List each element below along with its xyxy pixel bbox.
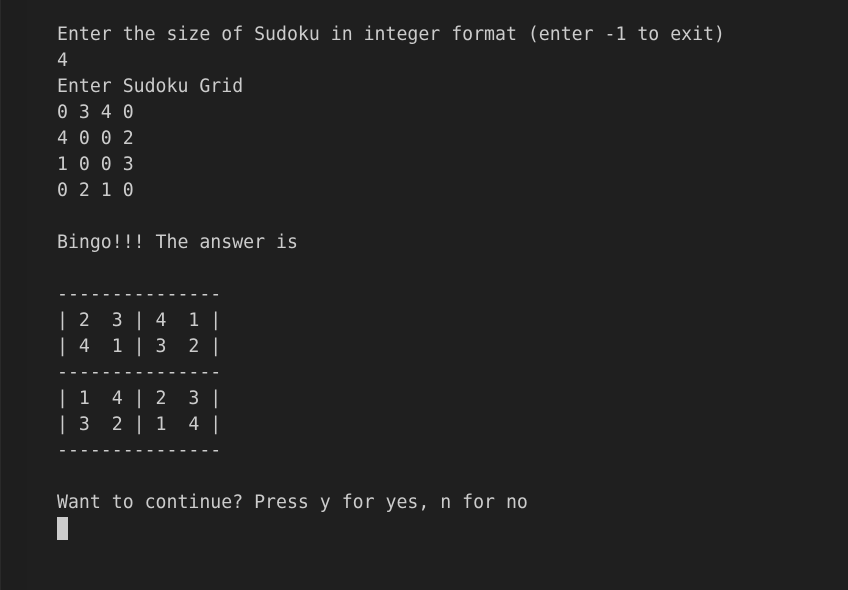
solution-border-bottom: --------------- bbox=[57, 440, 222, 461]
terminal-output: Enter the size of Sudoku in integer form… bbox=[57, 22, 725, 516]
solution-border-top: --------------- bbox=[57, 284, 222, 305]
grid-input-row-4: 0 2 1 0 bbox=[57, 180, 134, 201]
solution-row-2: | 4 1 | 3 2 | bbox=[57, 336, 222, 357]
solution-row-4: | 3 2 | 1 4 | bbox=[57, 414, 222, 435]
result-message-line: Bingo!!! The answer is bbox=[57, 232, 298, 253]
prompt-size-line: Enter the size of Sudoku in integer form… bbox=[57, 24, 725, 45]
prompt-grid-line: Enter Sudoku Grid bbox=[57, 76, 244, 97]
solution-border-middle: --------------- bbox=[57, 362, 222, 383]
solution-row-1: | 2 3 | 4 1 | bbox=[57, 310, 222, 331]
continue-prompt-line: Want to continue? Press y for yes, n for… bbox=[57, 492, 528, 513]
grid-input-row-3: 1 0 0 3 bbox=[57, 154, 134, 175]
grid-input-row-2: 4 0 0 2 bbox=[57, 128, 134, 149]
text-cursor bbox=[57, 517, 68, 540]
grid-input-row-1: 0 3 4 0 bbox=[57, 102, 134, 123]
input-size-line: 4 bbox=[57, 50, 68, 71]
solution-row-3: | 1 4 | 2 3 | bbox=[57, 388, 222, 409]
terminal-panel: Enter the size of Sudoku in integer form… bbox=[0, 0, 848, 590]
